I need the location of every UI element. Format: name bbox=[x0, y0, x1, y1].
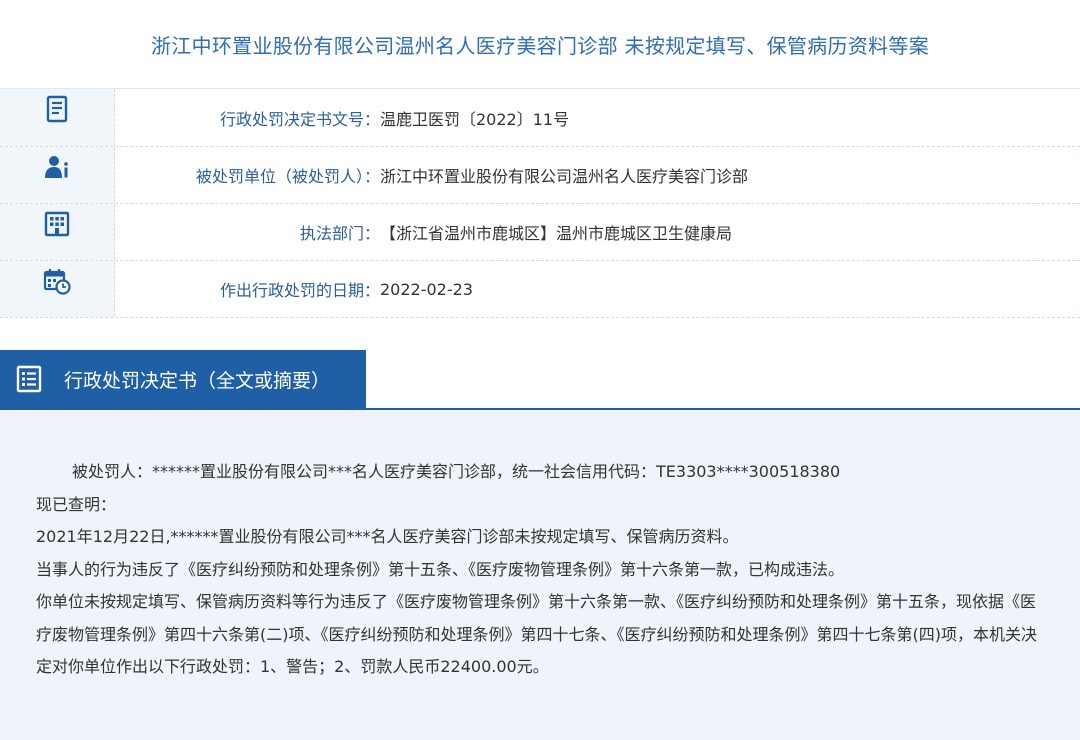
info-icon-cell bbox=[0, 204, 115, 260]
info-row-document-number: 行政处罚决定书文号： 温鹿卫医罚〔2022〕11号 bbox=[0, 89, 1080, 146]
enforcement-department-value: 【浙江省温州市鹿城区】温州市鹿城区卫生健康局 bbox=[380, 224, 733, 243]
content-paragraph: 当事人的行为违反了《医疗纠纷预防和处理条例》第十五条、《医疗废物管理条例》第十六… bbox=[36, 559, 845, 579]
decision-section-tab: 行政处罚决定书（全文或摘要） bbox=[0, 350, 366, 408]
info-field: 作出行政处罚的日期： 2022-02-23 bbox=[115, 261, 1080, 317]
info-field: 行政处罚决定书文号： 温鹿卫医罚〔2022〕11号 bbox=[115, 89, 1080, 146]
penalty-date-value: 2022-02-23 bbox=[380, 279, 473, 299]
person-info-icon bbox=[45, 156, 68, 178]
info-row-penalty-date: 作出行政处罚的日期： 2022-02-23 bbox=[0, 260, 1080, 317]
info-row-penalized-party: 被处罚单位（被处罚人）： 浙江中环置业股份有限公司温州名人医疗美容门诊部 bbox=[0, 146, 1080, 203]
content-paragraph: 被处罚人：******置业股份有限公司***名人医疗美容门诊部，统一社会信用代码… bbox=[72, 462, 841, 481]
content-paragraph: 现已查明： bbox=[36, 494, 117, 514]
info-field: 被处罚单位（被处罚人）： 浙江中环置业股份有限公司温州名人医疗美容门诊部 bbox=[115, 147, 1080, 203]
document-icon bbox=[46, 95, 68, 123]
penalized-party-label: 被处罚单位（被处罚人）： bbox=[195, 167, 380, 186]
info-row-enforcement-department: 执法部门： 【浙江省温州市鹿城区】温州市鹿城区卫生健康局 bbox=[0, 203, 1080, 260]
document-number-value: 温鹿卫医罚〔2022〕11号 bbox=[380, 109, 570, 129]
penalty-date-label: 作出行政处罚的日期： bbox=[219, 281, 380, 300]
content-paragraph: 2021年12月22日,******置业股份有限公司***名人医疗美容门诊部未按… bbox=[36, 527, 739, 546]
building-icon bbox=[44, 211, 70, 237]
info-icon-cell bbox=[0, 89, 115, 146]
page-header: 浙江中环置业股份有限公司温州名人医疗美容门诊部 未按规定填写、保管病历资料等案 bbox=[0, 0, 1080, 89]
penalized-party-value: 浙江中环置业股份有限公司温州名人医疗美容门诊部 bbox=[380, 167, 749, 186]
calendar-clock-icon bbox=[43, 269, 71, 295]
document-list-icon bbox=[16, 365, 42, 393]
decision-section-title: 行政处罚决定书（全文或摘要） bbox=[64, 369, 331, 392]
decision-section-header: 行政处罚决定书（全文或摘要） bbox=[0, 350, 1080, 410]
info-icon-cell bbox=[0, 147, 115, 203]
decision-content: 被处罚人：******置业股份有限公司***名人医疗美容门诊部，统一社会信用代码… bbox=[0, 410, 1080, 740]
enforcement-department-label: 执法部门： bbox=[299, 224, 380, 243]
case-info-table: 行政处罚决定书文号： 温鹿卫医罚〔2022〕11号 被处罚单位（被处罚人）： 浙… bbox=[0, 89, 1080, 318]
document-number-label: 行政处罚决定书文号： bbox=[219, 109, 380, 129]
content-paragraph: 你单位未按规定填写、保管病历资料等行为违反了《医疗废物管理条例》第十六条第一款、… bbox=[36, 592, 1037, 676]
page-title: 浙江中环置业股份有限公司温州名人医疗美容门诊部 未按规定填写、保管病历资料等案 bbox=[150, 33, 930, 58]
info-icon-cell bbox=[0, 261, 115, 317]
info-field: 执法部门： 【浙江省温州市鹿城区】温州市鹿城区卫生健康局 bbox=[115, 204, 1080, 260]
